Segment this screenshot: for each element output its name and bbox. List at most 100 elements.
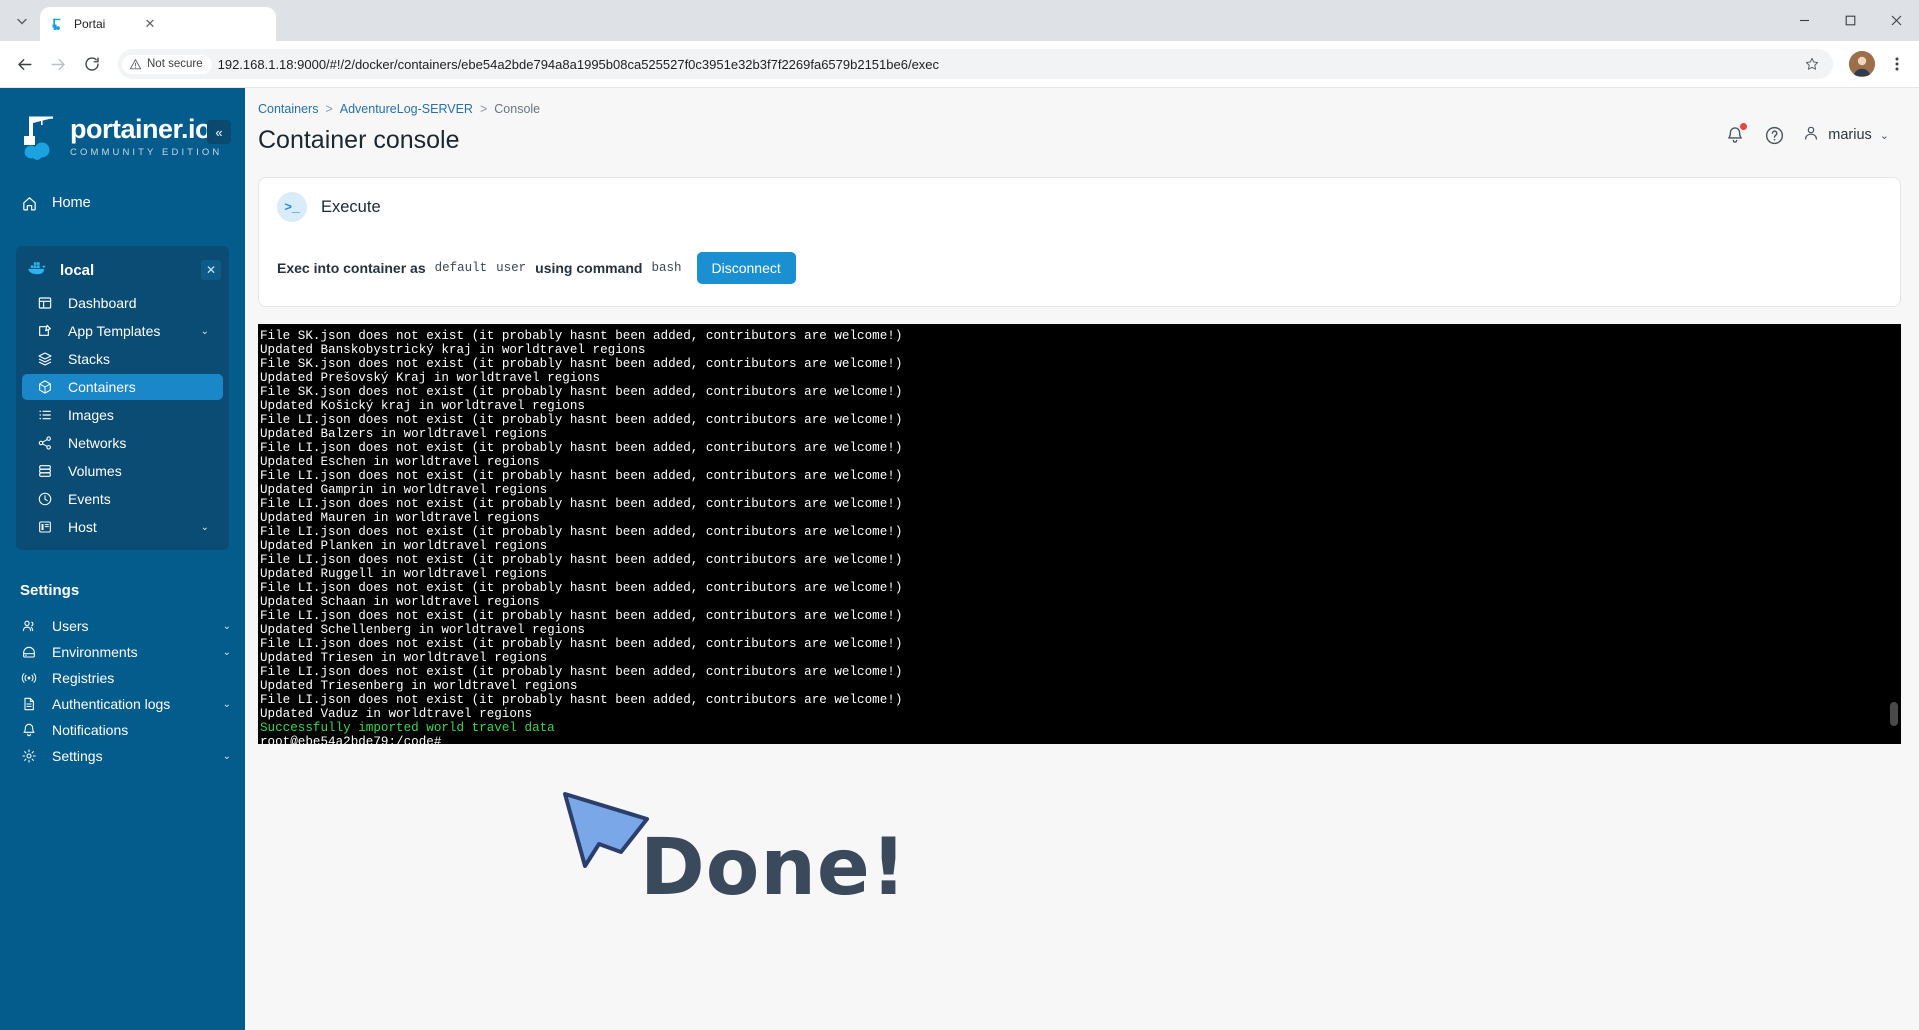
browser-toolbar: Not secure 192.168.1.18:9000/#!/2/docker… [0, 41, 1919, 88]
docker-whale-icon [26, 260, 48, 281]
sidebar-item-registries[interactable]: Registries [0, 665, 245, 691]
browser-window: Portai ✕ Not secure 192.168.1.18:9000/#!… [0, 0, 1919, 1030]
volumes-database-icon [36, 463, 54, 479]
terminal-line: Updated Ruggell in worldtravel regions [260, 567, 548, 581]
url-text[interactable]: 192.168.1.18:9000/#!/2/docker/containers… [218, 57, 1793, 72]
terminal-line: Updated Vaduz in worldtravel regions [260, 707, 533, 721]
terminal-line: Updated Eschen in worldtravel regions [260, 455, 540, 469]
breadcrumb: Containers > AdventureLog-SERVER > Conso… [258, 102, 540, 116]
terminal-line: Updated Prešovský Kraj in worldtravel re… [260, 371, 601, 385]
sidebar-environment-header[interactable]: local ✕ [16, 252, 229, 288]
sidebar-item-notifications[interactable]: Notifications [0, 717, 245, 743]
host-server-icon [36, 519, 54, 535]
notifications-bell-button[interactable] [1724, 123, 1748, 146]
disconnect-button[interactable]: Disconnect [696, 252, 796, 284]
security-indicator[interactable]: Not secure [122, 54, 212, 74]
window-controls [1781, 0, 1919, 41]
sidebar-home-label: Home [52, 195, 91, 211]
back-icon [17, 58, 32, 70]
sidebar-item-app-templates[interactable]: App Templates ⌄ [22, 318, 223, 344]
terminal-line: File LI.json does not exist (it probably… [260, 553, 903, 567]
stacks-icon [36, 351, 54, 367]
profile-avatar[interactable] [1849, 51, 1875, 77]
terminal-line: Updated Mauren in worldtravel regions [260, 511, 540, 525]
terminal-line: Updated Banskobystrický kraj in worldtra… [260, 343, 646, 357]
terminal-scrollbar[interactable] [1889, 324, 1899, 744]
reload-button[interactable] [76, 48, 108, 80]
sidebar-label-events: Events [68, 491, 111, 507]
back-button[interactable] [8, 48, 40, 80]
terminal-container[interactable]: File SK.json does not exist (it probably… [258, 324, 1901, 744]
chevron-down-icon: ⌄ [222, 698, 231, 710]
sidebar-label-app-templates: App Templates [68, 323, 161, 339]
sidebar: portainer.io COMMUNITY EDITION « Home lo… [0, 88, 245, 1030]
header-actions: marius ⌄ [1724, 123, 1899, 146]
user-avatar-icon [1802, 124, 1820, 146]
terminal-line: File LI.json does not exist (it probably… [260, 441, 903, 455]
breadcrumb-item-containers[interactable]: Containers [258, 102, 318, 116]
terminal-output[interactable]: File SK.json does not exist (it probably… [258, 324, 1901, 744]
sidebar-environment-close-icon[interactable]: ✕ [201, 260, 221, 280]
terminal-scrollbar-thumb[interactable] [1890, 702, 1898, 726]
sidebar-item-host[interactable]: Host ⌄ [22, 514, 223, 540]
sidebar-item-images[interactable]: Images [22, 402, 223, 428]
chevron-down-icon: ⌄ [222, 646, 231, 658]
browser-tab[interactable]: Portai ✕ [40, 7, 276, 41]
sidebar-item-networks[interactable]: Networks [22, 430, 223, 456]
exec-prefix-text: Exec into container as [277, 260, 426, 276]
address-bar[interactable]: Not secure 192.168.1.18:9000/#!/2/docker… [118, 49, 1833, 79]
sidebar-label-host: Host [68, 519, 97, 535]
settings-gear-icon [20, 748, 38, 764]
sidebar-item-settings[interactable]: Settings ⌄ [0, 743, 245, 769]
sidebar-item-events[interactable]: Events [22, 486, 223, 512]
sidebar-label-environments: Environments [52, 644, 138, 660]
networks-share-icon [36, 435, 54, 451]
sidebar-item-stacks[interactable]: Stacks [22, 346, 223, 372]
user-name: marius [1828, 127, 1872, 143]
window-close-button[interactable] [1873, 0, 1919, 41]
auth-logs-document-icon [20, 696, 38, 712]
user-menu[interactable]: marius ⌄ [1802, 124, 1889, 146]
sidebar-settings-list: Users ⌄ Environments ⌄ Registries Authen… [0, 613, 245, 769]
sidebar-item-containers[interactable]: Containers [22, 374, 223, 400]
terminal-line: File SK.json does not exist (it probably… [260, 385, 903, 399]
window-minimize-button[interactable] [1781, 0, 1827, 41]
security-label: Not secure [147, 58, 203, 70]
help-button[interactable] [1763, 124, 1785, 146]
bookmark-star-icon[interactable] [1799, 51, 1825, 77]
chevron-down-icon: ⌄ [222, 750, 231, 762]
sidebar-label-dashboard: Dashboard [68, 295, 137, 311]
execute-panel-header: >_ Execute [277, 192, 1882, 222]
tab-search-button[interactable] [8, 7, 36, 35]
forward-button[interactable] [42, 48, 74, 80]
sidebar-item-dashboard[interactable]: Dashboard [22, 290, 223, 316]
container-box-icon [36, 379, 54, 395]
images-list-icon [36, 407, 54, 423]
brand-subtitle: COMMUNITY EDITION [70, 147, 223, 158]
sidebar-item-users[interactable]: Users ⌄ [0, 613, 245, 639]
browser-menu-button[interactable] [1883, 50, 1911, 78]
terminal-line: File LI.json does not exist (it probably… [260, 497, 903, 511]
sidebar-environment-name: local [60, 261, 95, 279]
sidebar-item-home[interactable]: Home [0, 186, 245, 220]
sidebar-item-environments[interactable]: Environments ⌄ [0, 639, 245, 665]
page-header: Containers > AdventureLog-SERVER > Conso… [245, 88, 1919, 155]
exec-middle-text: using command [535, 260, 643, 276]
sidebar-label-networks: Networks [68, 435, 127, 451]
terminal-line: File LI.json does not exist (it probably… [260, 469, 903, 483]
terminal-prompt-icon: >_ [277, 192, 307, 222]
sidebar-item-authentication-logs[interactable]: Authentication logs ⌄ [0, 691, 245, 717]
sidebar-label-stacks: Stacks [68, 351, 111, 367]
sidebar-label-notifications: Notifications [52, 722, 129, 738]
kebab-menu-icon [1895, 57, 1899, 71]
exec-user-value: default [434, 261, 488, 275]
terminal-line: Updated Planken in worldtravel regions [260, 539, 548, 553]
sidebar-collapse-button[interactable]: « [207, 120, 231, 144]
brand-text: portainer.io COMMUNITY EDITION [70, 116, 223, 159]
tab-close-icon[interactable]: ✕ [142, 16, 158, 32]
window-maximize-button[interactable] [1827, 0, 1873, 41]
breadcrumb-item-container[interactable]: AdventureLog-SERVER [340, 102, 473, 116]
sidebar-item-volumes[interactable]: Volumes [22, 458, 223, 484]
breadcrumb-separator: > [479, 102, 488, 116]
terminal-line: File LI.json does not exist (it probably… [260, 525, 903, 539]
